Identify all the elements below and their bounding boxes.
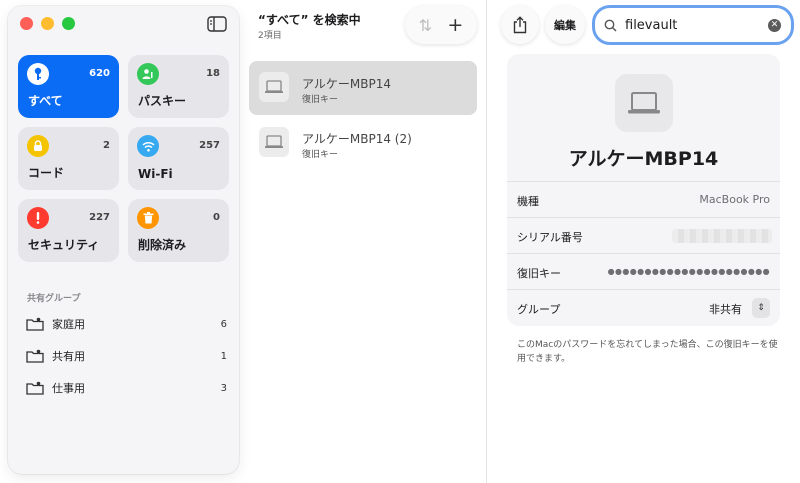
field-label: 機種	[517, 195, 539, 208]
list-toolbar: ⇅ +	[405, 6, 477, 44]
laptop-icon	[259, 127, 289, 157]
tile-label: パスキー	[138, 94, 187, 108]
list-item-title: アルケーMBP14	[302, 77, 391, 91]
group-label: 仕事用	[52, 382, 85, 395]
list-item[interactable]: アルケーMBP14 (2) 復旧キー	[249, 116, 477, 170]
sidebar-toggle-icon[interactable]	[207, 16, 227, 32]
window-controls	[20, 17, 75, 30]
recovery-key-value[interactable]: ●●●●●●●●●●●●●●●●●●●●●●	[608, 267, 770, 276]
field-serial: シリアル番号	[507, 217, 780, 253]
field-model: 機種 MacBook Pro	[507, 181, 780, 217]
person-key-icon	[137, 63, 159, 85]
tile-codes[interactable]: 2 コード	[18, 127, 119, 190]
lock-code-icon	[27, 135, 49, 157]
search-input[interactable]	[625, 17, 765, 33]
group-list: 家庭用 6 共有用 1 仕事用 3	[26, 308, 233, 404]
add-icon[interactable]: +	[447, 14, 463, 36]
field-label: シリアル番号	[517, 231, 583, 244]
tile-wifi[interactable]: 257 Wi-Fi	[128, 127, 229, 190]
tile-count: 2	[103, 140, 110, 151]
group-count: 6	[220, 318, 227, 330]
tile-count: 227	[89, 212, 110, 223]
tile-passkeys[interactable]: 18 パスキー	[128, 55, 229, 118]
field-recovery-key: 復旧キー ●●●●●●●●●●●●●●●●●●●●●●	[507, 253, 780, 289]
group-item-home[interactable]: 家庭用 6	[26, 308, 233, 340]
group-item-work[interactable]: 仕事用 3	[26, 372, 233, 404]
key-icon	[27, 63, 49, 85]
tile-all[interactable]: 620 すべて	[18, 55, 119, 118]
group-select-value[interactable]: 非共有	[709, 301, 742, 317]
tile-label: Wi-Fi	[138, 167, 173, 181]
laptop-icon	[259, 72, 289, 102]
trash-icon	[137, 207, 159, 229]
shared-groups-heading: 共有グループ	[27, 294, 81, 304]
field-label: 復旧キー	[517, 267, 561, 280]
category-tiles: 620 すべて 18 パスキー 2 コード 257 Wi-Fi 227 セキュリ…	[18, 55, 229, 262]
shared-folder-icon	[26, 381, 44, 395]
tile-label: 削除済み	[138, 238, 187, 252]
group-label: 家庭用	[52, 318, 85, 331]
search-field[interactable]: ✕	[592, 5, 794, 45]
tile-security[interactable]: 227 セキュリティ	[18, 199, 119, 262]
list-item-subtitle: 復旧キー	[302, 95, 339, 105]
tile-count: 18	[206, 68, 220, 79]
item-name: アルケーMBP14	[568, 148, 719, 170]
field-group: グループ 非共有 ⇕	[507, 289, 780, 325]
result-count: 2項目	[258, 31, 282, 41]
wifi-icon	[137, 135, 159, 157]
tile-count: 620	[89, 68, 110, 79]
list-item[interactable]: アルケーMBP14 復旧キー	[249, 61, 477, 115]
sidebar: 620 すべて 18 パスキー 2 コード 257 Wi-Fi 227 セキュリ…	[8, 6, 239, 474]
chevron-up-down-icon[interactable]: ⇕	[752, 298, 770, 318]
close-window-button[interactable]	[20, 17, 33, 30]
tile-label: すべて	[28, 94, 63, 108]
list-item-subtitle: 復旧キー	[302, 150, 339, 160]
redacted-serial-value[interactable]	[672, 229, 772, 243]
sort-icon[interactable]: ⇅	[419, 16, 432, 35]
share-button[interactable]	[501, 6, 539, 44]
group-label: 共有用	[52, 350, 85, 363]
group-count: 1	[220, 350, 227, 362]
detail-pane: 編集 ✕ アルケーMBP14 機種 MacBook Pro シリアル番号 復旧キ…	[487, 0, 800, 483]
shared-folder-icon	[26, 349, 44, 363]
zoom-window-button[interactable]	[62, 17, 75, 30]
group-item-shared[interactable]: 共有用 1	[26, 340, 233, 372]
clear-search-icon[interactable]: ✕	[768, 19, 781, 32]
search-icon	[604, 19, 617, 32]
group-count: 3	[220, 382, 227, 394]
exclamation-icon	[27, 207, 49, 229]
item-list-pane: “すべて” を検索中 2項目 ⇅ + アルケーMBP14 復旧キー アルケーMB…	[239, 0, 487, 483]
edit-button[interactable]: 編集	[545, 6, 585, 44]
tile-label: コード	[28, 166, 65, 180]
field-value[interactable]: MacBook Pro	[699, 193, 770, 206]
list-item-title: アルケーMBP14 (2)	[302, 132, 412, 146]
minimize-window-button[interactable]	[41, 17, 54, 30]
field-label: グループ	[517, 303, 561, 316]
tile-count: 0	[213, 212, 220, 223]
item-detail-card: アルケーMBP14 機種 MacBook Pro シリアル番号 復旧キー ●●●…	[507, 54, 780, 326]
recovery-key-note: このMacのパスワードを忘れてしまった場合、この復旧キーを使用できます。	[517, 340, 778, 364]
laptop-icon	[615, 74, 673, 132]
shared-folder-icon	[26, 317, 44, 331]
search-scope-title: “すべて” を検索中	[258, 13, 361, 27]
tile-count: 257	[199, 140, 220, 151]
share-icon	[513, 16, 527, 34]
tile-deleted[interactable]: 0 削除済み	[128, 199, 229, 262]
tile-label: セキュリティ	[28, 238, 100, 252]
